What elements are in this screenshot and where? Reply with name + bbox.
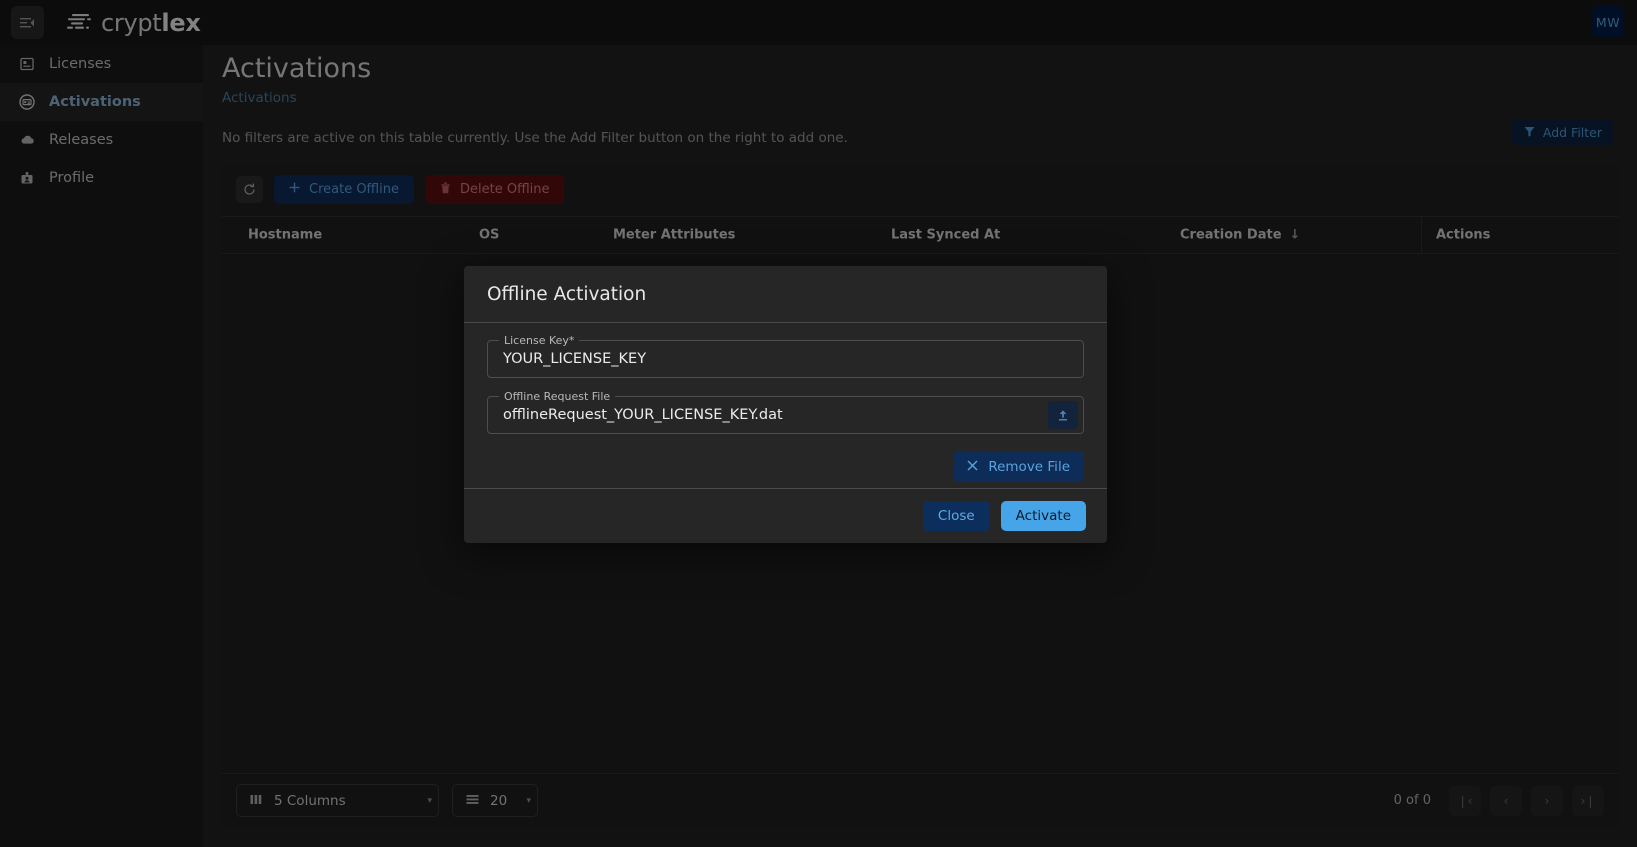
offline-activation-dialog: Offline Activation License Key* YOUR_LIC… xyxy=(464,266,1107,543)
dialog-body: License Key* YOUR_LICENSE_KEY Offline Re… xyxy=(464,323,1107,488)
upload-icon[interactable] xyxy=(1048,401,1078,429)
close-button[interactable]: Close xyxy=(922,501,990,531)
license-key-value: YOUR_LICENSE_KEY xyxy=(503,351,647,367)
dialog-title: Offline Activation xyxy=(464,266,1107,323)
offline-request-file-value: offlineRequest_YOUR_LICENSE_KEY.dat xyxy=(503,407,783,423)
close-x-icon xyxy=(967,459,978,475)
remove-file-label: Remove File xyxy=(988,458,1070,475)
license-key-field[interactable]: License Key* YOUR_LICENSE_KEY xyxy=(487,334,1084,378)
app-root: cryptlex MW Licenses Activations Release… xyxy=(0,0,1637,847)
license-key-label: License Key* xyxy=(499,334,580,347)
dialog-footer: Close Activate xyxy=(464,488,1107,543)
remove-file-button[interactable]: Remove File xyxy=(953,451,1084,482)
activate-button[interactable]: Activate xyxy=(1000,501,1086,531)
offline-request-file-label: Offline Request File xyxy=(499,390,616,403)
offline-request-file-field[interactable]: Offline Request File offlineRequest_YOUR… xyxy=(487,390,1084,434)
